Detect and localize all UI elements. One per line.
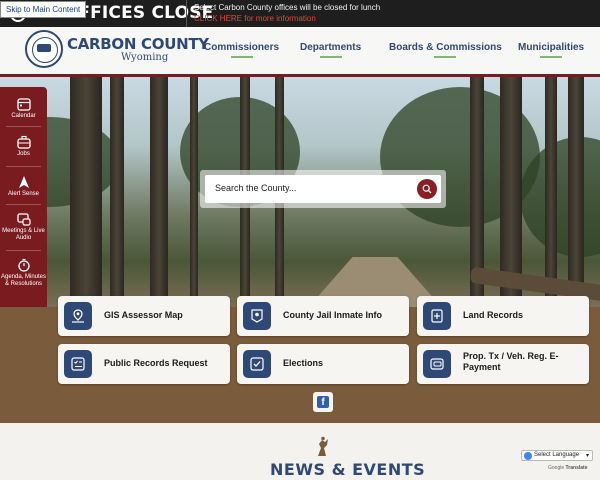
nav-label: Departments [300,42,362,53]
facebook-button[interactable]: f [313,392,333,412]
search-button[interactable] [417,179,437,199]
sidebar-item-alert-sense[interactable]: Alert Sense [0,175,47,198]
nav-departments[interactable]: Departments [300,42,362,58]
quick-link-label: GIS Assessor Map [104,310,183,320]
map-pin-icon [64,302,92,330]
nav-boards-commissions[interactable]: Boards & Commissions [389,42,502,58]
powered-by-suffix: Translate [565,465,588,471]
sidebar-item-meetings[interactable]: Meetings & Live Audio [0,212,47,242]
nav-label: Commissioners [204,42,280,53]
site-title[interactable]: CARBON COUNTY [67,35,209,53]
alert-icon [18,176,29,188]
site-subtitle: Wyoming [121,52,169,63]
sidebar-item-label: Agenda, Minutes & Resolutions [0,274,47,287]
google-icon [524,452,532,460]
sidebar-item-label: Jobs [17,151,30,157]
county-seal-logo[interactable] [25,30,63,68]
quick-link-elections[interactable]: Elections [237,344,409,384]
briefcase-icon [16,135,31,149]
language-select[interactable]: Select Language ▾ [521,450,593,461]
quick-link-e-payment[interactable]: Prop. Tx / Veh. Reg. E-Payment [417,344,589,384]
search-input[interactable] [215,183,405,193]
document-icon [423,302,451,330]
payment-icon [423,350,451,378]
quick-link-label: County Jail Inmate Info [283,310,383,320]
sidebar-item-jobs[interactable]: Jobs [0,135,47,158]
quick-link-jail-inmate-info[interactable]: County Jail Inmate Info [237,296,409,336]
nav-underline [319,56,342,58]
sidebar-item-label: Calendar [11,113,36,119]
search-icon [422,184,432,194]
sidebar-item-label: Alert Sense [7,191,40,197]
alert-message: Select Carbon County offices will be clo… [194,3,381,12]
facebook-icon: f [317,396,329,408]
quick-link-land-records[interactable]: Land Records [417,296,589,336]
cowboy-bronc-icon [318,436,328,456]
news-events-heading: NEWS & EVENTS [270,460,426,479]
ballot-check-icon [243,350,271,378]
sidebar-item-agenda[interactable]: Agenda, Minutes & Resolutions [0,258,47,288]
nav-underline [540,56,563,58]
quick-link-gis-assessor-map[interactable]: GIS Assessor Map [58,296,230,336]
quick-link-public-records-request[interactable]: Public Records Request [58,344,230,384]
sidebar-item-label: Meetings & Live Audio [2,228,45,241]
alert-more-link[interactable]: CLICK HERE for more information [194,14,316,23]
quick-link-label: Prop. Tx / Veh. Reg. E-Payment [463,351,559,372]
checklist-icon [64,350,92,378]
nav-label: Boards & Commissions [389,42,502,53]
quick-sidebar: Calendar Jobs Alert Sense Meetings & Liv… [0,87,47,313]
sidebar-item-calendar[interactable]: Calendar [0,97,47,120]
quick-link-label: Land Records [463,310,524,320]
nav-municipalities[interactable]: Municipalities [518,42,585,58]
nav-label: Municipalities [518,42,585,53]
alert-divider [186,0,187,27]
badge-icon [243,302,271,330]
language-select-label: Select Language [534,452,580,458]
alert-bar: Y OFFICES CLOSE Select Carbon County off… [0,0,600,27]
chevron-down-icon: ▾ [585,453,589,459]
meetings-icon [16,213,31,226]
quick-link-label: Public Records Request [104,358,208,368]
quick-link-label: Elections [283,358,324,368]
calendar-icon [16,98,31,111]
nav-underline [230,56,253,58]
timer-icon [17,258,30,272]
skip-to-main-link[interactable]: Skip to Main Content [0,1,87,18]
nav-underline [434,56,457,58]
powered-by-google-translate[interactable]: Google Translate [548,465,587,471]
powered-by-brand: Google [548,465,565,471]
nav-commissioners[interactable]: Commissioners [204,42,280,58]
